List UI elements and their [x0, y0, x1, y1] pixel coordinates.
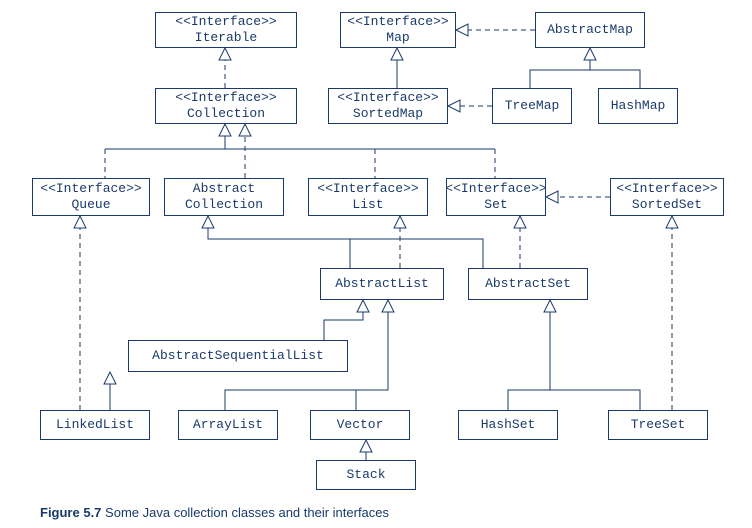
node-label: HashMap: [611, 98, 666, 114]
figure-text: Some Java collection classes and their i…: [105, 505, 389, 520]
node-label: Queue: [71, 197, 110, 213]
node-abstract-collection: Abstract Collection: [164, 178, 284, 216]
diagram-canvas: <<Interface>> Iterable <<Interface>> Map…: [0, 0, 752, 528]
node-linked-list: LinkedList: [40, 410, 150, 440]
node-label: Map: [386, 30, 409, 46]
node-sorted-map: <<Interface>> SortedMap: [328, 88, 448, 124]
node-label: Iterable: [195, 30, 257, 46]
stereotype: <<Interface>>: [40, 181, 141, 197]
node-stack: Stack: [316, 460, 416, 490]
node-tree-set: TreeSet: [608, 410, 708, 440]
figure-number: Figure 5.7: [40, 505, 101, 520]
node-hash-set: HashSet: [458, 410, 558, 440]
stereotype: <<Interface>>: [347, 14, 448, 30]
node-label: ArrayList: [193, 417, 263, 433]
node-label: AbstractMap: [547, 22, 633, 38]
node-abstract-list: AbstractList: [320, 268, 444, 300]
node-label: List: [352, 197, 383, 213]
node-array-list: ArrayList: [178, 410, 278, 440]
figure-caption: Figure 5.7 Some Java collection classes …: [40, 505, 389, 520]
node-vector: Vector: [310, 410, 410, 440]
node-label: Vector: [337, 417, 384, 433]
node-tree-map: TreeMap: [492, 88, 572, 124]
node-label: SortedSet: [632, 197, 702, 213]
node-iterable: <<Interface>> Iterable: [155, 12, 297, 48]
node-sorted-set: <<Interface>> SortedSet: [610, 178, 724, 216]
node-label: LinkedList: [56, 417, 134, 433]
node-abstract-map: AbstractMap: [535, 12, 645, 48]
node-list: <<Interface>> List: [308, 178, 428, 216]
node-label: AbstractSequentialList: [152, 348, 324, 364]
node-label: HashSet: [481, 417, 536, 433]
node-collection: <<Interface>> Collection: [155, 88, 297, 124]
stereotype: <<Interface>>: [616, 181, 717, 197]
node-hash-map: HashMap: [598, 88, 678, 124]
node-label: AbstractSet: [485, 276, 571, 292]
node-set: <<Interface>> Set: [446, 178, 546, 216]
stereotype: <<Interface>>: [445, 181, 546, 197]
node-label: Set: [484, 197, 507, 213]
node-map: <<Interface>> Map: [340, 12, 456, 48]
node-label: Collection: [185, 197, 263, 213]
node-label: SortedMap: [353, 106, 423, 122]
node-abstract-sequential-list: AbstractSequentialList: [128, 340, 348, 372]
stereotype: <<Interface>>: [317, 181, 418, 197]
node-label: Stack: [346, 467, 385, 483]
node-abstract-set: AbstractSet: [468, 268, 588, 300]
stereotype: <<Interface>>: [175, 90, 276, 106]
node-label: TreeSet: [631, 417, 686, 433]
node-label: TreeMap: [505, 98, 560, 114]
node-label: Collection: [187, 106, 265, 122]
stereotype: <<Interface>>: [175, 14, 276, 30]
node-label: Abstract: [193, 181, 255, 197]
node-label: AbstractList: [335, 276, 429, 292]
connectors: [0, 0, 752, 528]
stereotype: <<Interface>>: [337, 90, 438, 106]
node-queue: <<Interface>> Queue: [32, 178, 150, 216]
